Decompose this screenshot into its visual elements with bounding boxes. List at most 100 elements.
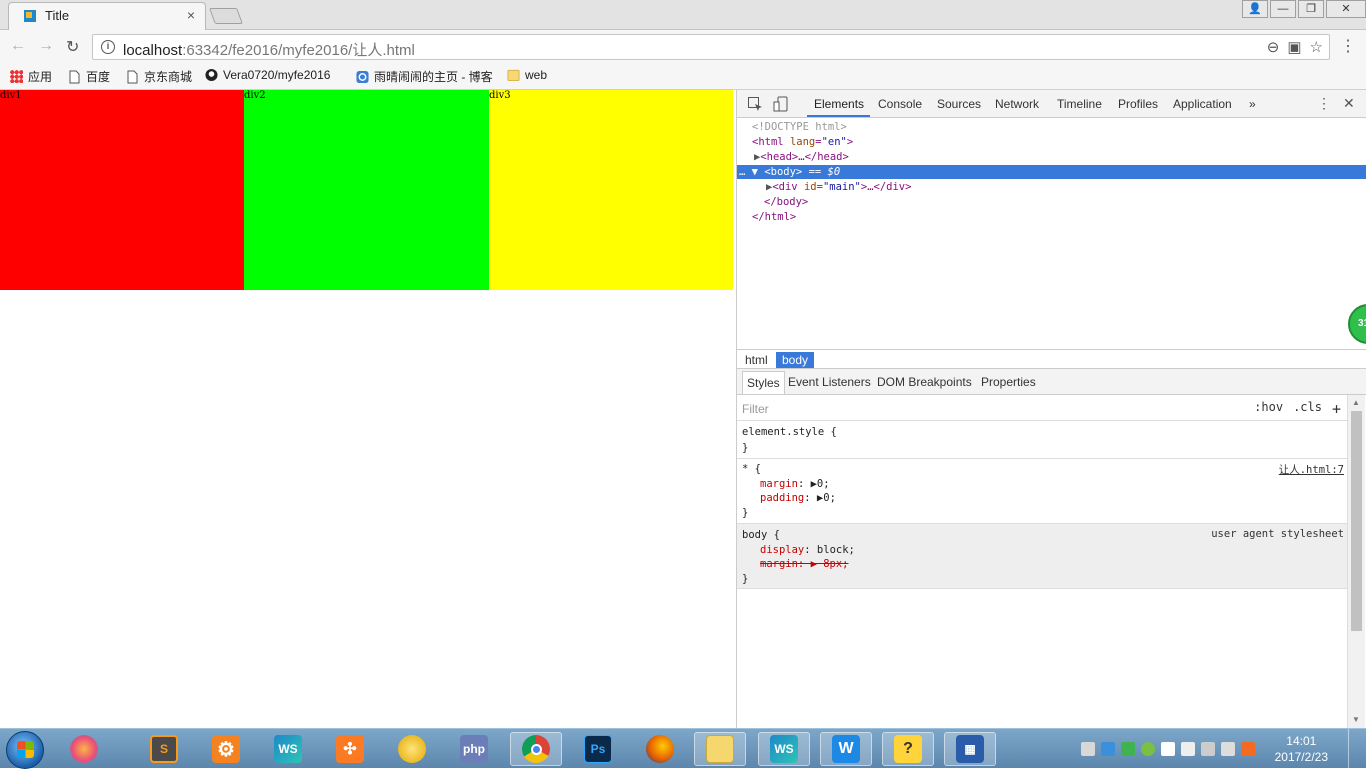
keyboard-icon[interactable] bbox=[1080, 742, 1095, 756]
taskbar-app-1[interactable] bbox=[58, 732, 110, 766]
dom-html-node[interactable]: <html lang="en"> bbox=[737, 135, 1366, 149]
tab-styles[interactable]: Styles bbox=[742, 371, 785, 394]
network-signal-icon[interactable] bbox=[1220, 742, 1235, 756]
taskbar-app-6[interactable] bbox=[386, 732, 438, 766]
close-window-button[interactable]: ✕ bbox=[1326, 0, 1366, 18]
reload-icon[interactable]: ↻ bbox=[66, 37, 79, 57]
styles-filter-input[interactable]: Filter bbox=[742, 402, 769, 416]
taskbar-wps[interactable]: W bbox=[820, 732, 872, 766]
taskbar-webstorm[interactable]: WS bbox=[262, 732, 314, 766]
grid-app-icon[interactable] bbox=[1160, 742, 1175, 756]
scroll-up-icon[interactable]: ▲ bbox=[1352, 398, 1360, 407]
device-icon[interactable] bbox=[1180, 742, 1195, 756]
scroll-down-icon[interactable]: ▼ bbox=[1352, 715, 1360, 724]
bookmark-baidu[interactable]: 百度 bbox=[68, 68, 110, 85]
overridden-margin-declaration[interactable]: margin: ▶ 8px; bbox=[760, 557, 849, 571]
translate-icon[interactable]: ▣ bbox=[1287, 38, 1301, 56]
dom-body-node-selected[interactable]: … ▼ <body> == $0 bbox=[737, 165, 1366, 179]
breadcrumb-body[interactable]: body bbox=[776, 352, 815, 368]
more-tabs-icon[interactable]: » bbox=[1249, 97, 1256, 111]
tab-sources[interactable]: Sources bbox=[937, 97, 981, 111]
dom-body-close[interactable]: </body> bbox=[737, 195, 1366, 209]
styles-sub-tab-bar: Styles Event Listeners DOM Breakpoints P… bbox=[737, 369, 1366, 395]
bookmark-github[interactable]: Vera0720/myfe2016 bbox=[205, 68, 330, 82]
rule-element-style: element.style { } bbox=[737, 421, 1347, 459]
padding-declaration[interactable]: padding: ▶0; bbox=[760, 491, 836, 505]
tab-network[interactable]: Network bbox=[995, 97, 1039, 111]
margin-declaration[interactable]: margin: ▶0; bbox=[760, 477, 830, 491]
page-icon bbox=[69, 70, 80, 83]
yellow-app-icon bbox=[398, 735, 426, 763]
element-style-selector[interactable]: element.style { bbox=[742, 425, 837, 439]
dom-doctype[interactable]: <!DOCTYPE html> bbox=[737, 120, 1366, 134]
address-bar[interactable]: i localhost:63342/fe2016/myfe2016/让人.htm… bbox=[92, 34, 1330, 60]
bookmark-star-icon[interactable]: ☆ bbox=[1310, 38, 1323, 56]
tab-event-listeners[interactable]: Event Listeners bbox=[788, 375, 871, 389]
dom-div-main-node[interactable]: ▶<div id="main">…</div> bbox=[737, 180, 1366, 194]
taskbar-webstorm-open[interactable]: WS bbox=[758, 732, 810, 766]
taskbar-sublime[interactable]: S bbox=[138, 732, 190, 766]
plus-icon[interactable] bbox=[1140, 742, 1155, 756]
volume-icon[interactable] bbox=[1200, 742, 1215, 756]
xampp-tray-icon[interactable] bbox=[1240, 742, 1255, 756]
tab-dom-breakpoints[interactable]: DOM Breakpoints bbox=[877, 375, 972, 389]
system-clock[interactable]: 14:01 2017/2/23 bbox=[1275, 733, 1328, 765]
display-declaration[interactable]: display: block; bbox=[760, 543, 855, 557]
url-text[interactable]: localhost:63342/fe2016/myfe2016/让人.html bbox=[123, 39, 415, 60]
tab-properties[interactable]: Properties bbox=[981, 375, 1036, 389]
bookmark-web-folder[interactable]: web bbox=[507, 68, 547, 82]
taskbar-chrome[interactable] bbox=[510, 732, 562, 766]
rule-user-agent-body: body { user agent stylesheet display: bl… bbox=[737, 524, 1347, 589]
new-tab-button[interactable] bbox=[209, 8, 243, 24]
taskbar-firefox[interactable] bbox=[634, 732, 686, 766]
inspect-element-icon[interactable] bbox=[747, 96, 763, 112]
universal-selector[interactable]: * { bbox=[742, 462, 761, 476]
class-toggle[interactable]: .cls bbox=[1293, 400, 1322, 418]
site-info-icon[interactable]: i bbox=[101, 40, 115, 54]
photoshop-icon: Ps bbox=[584, 735, 612, 763]
devtools-menu-icon[interactable]: ⋮ bbox=[1317, 95, 1331, 112]
tab-console[interactable]: Console bbox=[878, 97, 922, 111]
collapse-arrow-icon[interactable]: ▼ bbox=[752, 166, 758, 178]
tab-profiles[interactable]: Profiles bbox=[1118, 97, 1158, 111]
browser-tab[interactable]: Title × bbox=[8, 2, 206, 30]
show-desktop-button[interactable] bbox=[1348, 729, 1358, 769]
folder-icon bbox=[706, 735, 734, 763]
breadcrumb-html[interactable]: html bbox=[739, 352, 774, 368]
clock-date: 2017/2/23 bbox=[1274, 750, 1328, 764]
taskbar-app-15[interactable]: ▦ bbox=[944, 732, 996, 766]
taskbar-explorer[interactable] bbox=[694, 732, 746, 766]
device-toggle-icon[interactable] bbox=[773, 96, 789, 112]
forward-icon[interactable]: → bbox=[38, 37, 54, 55]
taskbar-settings[interactable]: ⚙ bbox=[200, 732, 252, 766]
body-selector[interactable]: body { bbox=[742, 528, 780, 542]
maximize-button[interactable]: ❐ bbox=[1298, 0, 1324, 18]
start-button[interactable] bbox=[6, 731, 44, 769]
tab-timeline[interactable]: Timeline bbox=[1057, 97, 1102, 111]
taskbar-php[interactable]: php bbox=[448, 732, 500, 766]
bookmark-apps[interactable]: 应用 bbox=[10, 68, 52, 85]
dom-html-close[interactable]: </html> bbox=[737, 210, 1366, 224]
dom-head-node[interactable]: ▶<head>…</head> bbox=[737, 150, 1366, 164]
scroll-thumb[interactable] bbox=[1351, 411, 1362, 631]
taskbar-help[interactable]: ? bbox=[882, 732, 934, 766]
battery-app-icon[interactable] bbox=[1120, 742, 1135, 756]
chrome-menu-icon[interactable]: ⋮ bbox=[1340, 36, 1356, 56]
tab-elements[interactable]: Elements bbox=[814, 97, 864, 111]
minimize-button[interactable]: — bbox=[1270, 0, 1296, 18]
back-icon[interactable]: ← bbox=[10, 37, 26, 55]
bookmark-jd[interactable]: 京东商城 bbox=[126, 68, 192, 85]
tab-application[interactable]: Application bbox=[1173, 97, 1232, 111]
taskbar-xampp[interactable]: ✣ bbox=[324, 732, 376, 766]
taskbar-photoshop[interactable]: Ps bbox=[572, 732, 624, 766]
rule-source-link[interactable]: 让人.html:7 bbox=[1279, 462, 1344, 477]
add-rule-icon[interactable]: + bbox=[1332, 400, 1341, 418]
cube-icon[interactable] bbox=[1100, 742, 1115, 756]
bookmark-blog[interactable]: 雨晴闹闹的主页 - 博客 bbox=[356, 68, 493, 85]
devtools-close-icon[interactable]: ✕ bbox=[1343, 95, 1355, 112]
styles-scrollbar[interactable]: ▲ ▼ bbox=[1347, 395, 1365, 728]
zoom-icon[interactable]: ⊖ bbox=[1267, 38, 1280, 56]
profile-button[interactable]: 👤 bbox=[1242, 0, 1268, 18]
hover-state-toggle[interactable]: :hov bbox=[1254, 400, 1283, 418]
tab-close-icon[interactable]: × bbox=[187, 7, 195, 23]
